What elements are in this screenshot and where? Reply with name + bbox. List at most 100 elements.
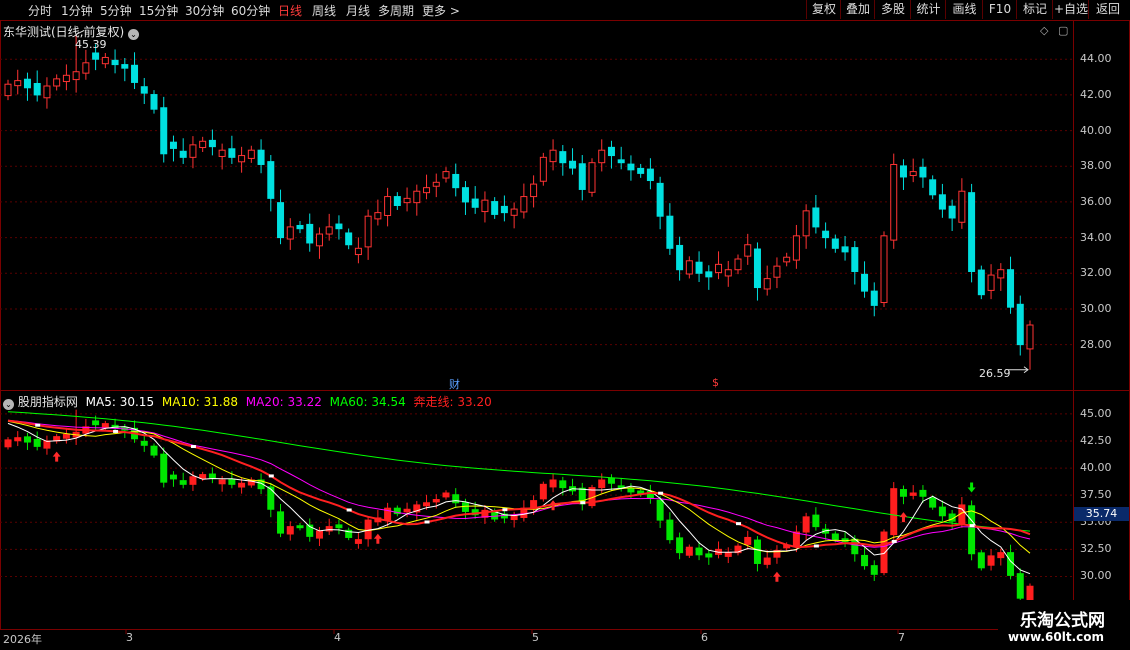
candle-body [695,261,703,274]
main-y-tick: 28.00 [1080,337,1112,351]
indicator-candle-body [890,488,898,536]
dividend-marker[interactable]: $ [712,376,719,389]
benzou-marker [190,445,196,449]
candle-body [150,94,158,110]
chevron-down-icon[interactable]: ⌄ [3,399,14,410]
main-y-tick: 40.00 [1080,123,1112,137]
indicator-candle-body [510,515,518,521]
low-price-label: 26.59 [979,367,1011,380]
candle-body [1007,269,1015,308]
candle-body [938,194,946,210]
candle-body [578,163,586,190]
indicator-candle-body [919,489,927,497]
candle-body [734,258,742,271]
candle-body [530,183,538,198]
indicator-candle-body [559,480,567,489]
benzou-line [7,419,1031,549]
watermark-name: 乐淘公式网 [1020,611,1105,631]
candle-body [247,149,255,159]
candle-body [861,273,869,292]
indicator-y-tick: 32.50 [1080,542,1112,556]
indicator-candle-body [403,508,411,513]
candle-body [267,161,275,199]
indicator-candle-body [432,499,440,503]
indicator-candle-body [598,479,606,489]
indicator-candle-body [33,438,41,447]
candle-body [559,151,567,164]
indicator-candle-body [870,565,878,575]
candle-body [140,86,148,94]
candle-body [715,263,723,274]
indicator-candle-body [179,480,187,485]
indicator-candle-body [997,552,1005,559]
main-y-tick: 38.00 [1080,159,1112,173]
indicator-candle-body [43,440,51,449]
benzou-marker [813,544,819,548]
time-axis-label: 3 [126,631,133,644]
benzou-marker [969,524,975,528]
candle-body [33,82,41,96]
buy-arrow-icon [52,451,61,462]
candle-body [753,248,761,289]
kline-canvas[interactable] [0,0,1130,650]
candle-body [199,140,207,149]
indicator-candle-body [880,531,888,574]
indicator-candle-body [228,478,236,485]
candle-body [890,163,898,241]
main-tools-row: ◇ ▢ [1040,24,1068,37]
candle-body [481,199,489,213]
indicator-candle-body [208,473,216,479]
candle-body [792,235,800,261]
candle-body [423,187,431,194]
candle-body [500,205,508,214]
ma60-legend: MA60: 34.54 [329,395,406,409]
high-price-label: 45.39 [75,38,107,51]
candle-body [72,71,80,81]
candle-body [598,149,606,164]
time-axis-label: 6 [701,631,708,644]
candle-body [413,190,421,204]
candle-body [569,160,577,169]
main-y-tick: 36.00 [1080,194,1112,208]
candle-body [977,269,985,296]
indicator-candle-body [929,497,937,508]
candle-body [851,247,859,272]
candle-body [705,271,713,278]
buy-arrow-icon [549,500,558,511]
candle-body [179,150,187,158]
indicator-candle-body [899,489,907,497]
candle-body [111,59,119,66]
time-axis-label: 5 [532,631,539,644]
indicator-candle-body [617,485,625,489]
candle-body [1026,324,1034,350]
candle-body [189,144,197,158]
candle-body [471,198,479,208]
main-chart-title-row: 东华测试(日线,前复权) ⌄ [3,23,140,40]
benzou-legend: 奔走线: 33.20 [413,395,492,409]
candle-body [393,196,401,206]
main-y-tick: 32.00 [1080,266,1112,280]
indicator-candle-body [656,499,664,521]
current-value-tag: 35.74 [1074,507,1129,521]
indicator-candle-body [792,531,800,548]
candle-body [831,238,839,249]
indicator-candle-body [335,524,343,529]
benzou-marker [35,423,41,427]
benzou-marker [268,474,274,478]
candle-body [948,205,956,219]
indicator-candle-body [140,440,148,446]
main-y-tick: 30.00 [1080,301,1112,315]
diamond-icon[interactable]: ◇ [1040,24,1048,37]
finance-marker[interactable]: 财 [449,376,460,392]
chevron-down-icon[interactable]: ⌄ [128,29,140,40]
candle-body [637,167,645,174]
indicator-candle-body [676,537,684,554]
square-icon[interactable]: ▢ [1058,24,1068,37]
buy-arrow-icon [899,512,908,523]
ma5-line [7,422,1031,575]
candle-body [53,78,61,87]
indicator-candle-body [4,439,12,448]
candle-body [14,80,22,87]
candle-body [335,223,343,230]
candle-body [345,232,353,246]
